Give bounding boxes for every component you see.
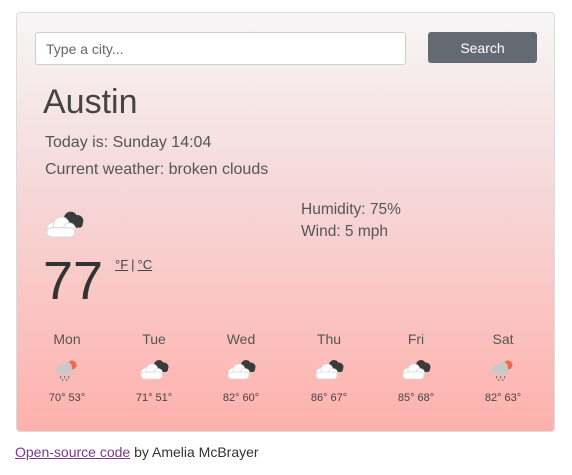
forecast-day-name: Wed (226, 331, 256, 347)
current-temperature: 77 (43, 251, 104, 311)
city-search-input[interactable] (35, 32, 406, 65)
fahrenheit-link[interactable]: °F (115, 257, 128, 272)
weather-card: Search Austin Today is: Sunday 14:04 Cur… (16, 12, 555, 432)
rain-snow-sun-icon (486, 358, 520, 382)
forecast-day-name: Sat (492, 331, 514, 347)
broken-clouds-icon (224, 358, 258, 382)
current-weather-description: Current weather: broken clouds (45, 161, 269, 178)
unit-toggle: °F | °C (115, 257, 152, 272)
footer-author: by Amelia McBrayer (130, 444, 259, 460)
broken-clouds-icon (137, 358, 171, 382)
forecast-day-name: Thu (316, 331, 342, 347)
rain-snow-sun-icon (50, 358, 84, 382)
forecast-day-name: Mon (53, 331, 81, 347)
forecast-day: Tue 71° 51° (114, 331, 194, 404)
forecast-day: Sat 82° 63° (463, 331, 543, 404)
forecast-day: Wed 82° 60° (201, 331, 281, 404)
forecast-temps: 82° 63° (484, 392, 522, 404)
forecast-row: Mon 70° 53° Tue 71° 51° Wed 82° 60° Thu … (17, 331, 556, 411)
forecast-temps: 85° 68° (397, 392, 435, 404)
forecast-temps: 82° 60° (222, 392, 260, 404)
forecast-day-name: Tue (142, 331, 166, 347)
forecast-temps: 70° 53° (48, 392, 86, 404)
unit-separator: | (131, 257, 135, 272)
source-code-link[interactable]: Open-source code (15, 444, 130, 460)
city-name: Austin (43, 83, 138, 121)
broken-clouds-icon (399, 358, 433, 382)
search-button[interactable]: Search (428, 32, 537, 63)
forecast-day-name: Fri (407, 331, 425, 347)
footer: Open-source code by Amelia McBrayer (15, 444, 259, 460)
broken-clouds-icon (41, 209, 87, 241)
forecast-day: Fri 85° 68° (376, 331, 456, 404)
forecast-temps: 86° 67° (310, 392, 348, 404)
today-date-time: Today is: Sunday 14:04 (45, 134, 212, 151)
forecast-day: Thu 86° 67° (289, 331, 369, 404)
humidity-readout: Humidity: 75% (301, 201, 401, 218)
wind-readout: Wind: 5 mph (301, 223, 389, 240)
forecast-temps: 71° 51° (135, 392, 173, 404)
broken-clouds-icon (312, 358, 346, 382)
forecast-day: Mon 70° 53° (27, 331, 107, 404)
celsius-link[interactable]: °C (138, 257, 153, 272)
